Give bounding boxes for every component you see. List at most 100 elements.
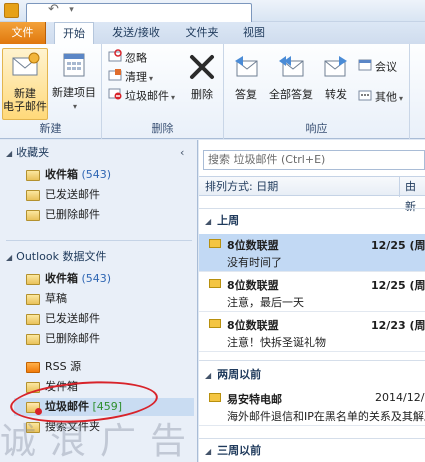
folder-name: 已发送邮件 bbox=[45, 188, 100, 201]
junk-label: 垃圾邮件 bbox=[125, 89, 169, 103]
more-respond-button[interactable]: 其他 ▾ bbox=[358, 88, 403, 106]
envelope-icon bbox=[209, 393, 221, 402]
sort-bar[interactable]: 排列方式: 日期 由新 bbox=[199, 176, 425, 213]
mail-subject: 注意！快拆圣诞礼物 bbox=[227, 336, 326, 349]
favorite-deleted[interactable]: 已删除邮件 bbox=[26, 206, 100, 224]
forward-label: 转发 bbox=[325, 88, 347, 101]
cleanup-label: 清理 bbox=[125, 70, 147, 84]
forward-button[interactable]: 转发 bbox=[318, 48, 354, 108]
mail-item[interactable]: 8位数联盟 12/25 (周四) 没有时间了 bbox=[199, 234, 425, 272]
folder-name: 草稿 bbox=[45, 292, 67, 305]
reply-all-label: 全部答复 bbox=[269, 88, 313, 101]
ribbon-group-respond-label: 响应 bbox=[305, 122, 328, 135]
envelope-icon bbox=[209, 279, 221, 288]
quick-access-dropdown-icon[interactable]: ▾ bbox=[64, 3, 79, 18]
unread-count: (543) bbox=[81, 272, 112, 285]
group-header-two-weeks[interactable]: ◢ 两周以前 bbox=[205, 366, 261, 384]
new-items-button[interactable]: 新建项目 ▾ bbox=[50, 48, 98, 120]
search-input[interactable]: 搜索 垃圾邮件 (Ctrl+E) bbox=[203, 150, 425, 170]
envelope-icon bbox=[209, 319, 221, 328]
triangle-down-icon: ◢ bbox=[6, 253, 13, 262]
sort-order-label[interactable]: 由新 bbox=[405, 177, 425, 217]
new-email-label-1: 新建 bbox=[14, 87, 36, 100]
meeting-label: 会议 bbox=[375, 60, 397, 74]
mail-date: 12/23 (周二) bbox=[371, 319, 425, 332]
folder-icon bbox=[26, 189, 40, 201]
mail-date: 12/25 (周四) bbox=[371, 279, 425, 292]
ignore-button[interactable]: 忽略 bbox=[108, 49, 147, 67]
mail-date: 2014/12/1 bbox=[375, 391, 425, 404]
mail-sender: 8位数联盟 bbox=[227, 239, 279, 252]
forward-icon bbox=[318, 52, 354, 85]
tab-home[interactable]: 开始 bbox=[54, 22, 94, 45]
folder-drafts[interactable]: 草稿 bbox=[26, 290, 67, 308]
mail-sender: 易安特电邮 bbox=[227, 393, 282, 406]
favorites-header[interactable]: ◢ 收藏夹 bbox=[6, 144, 49, 162]
delete-x-icon bbox=[184, 52, 220, 85]
mail-subject: 没有时间了 bbox=[227, 256, 282, 269]
folder-name: 已发送邮件 bbox=[45, 312, 100, 325]
tab-folder[interactable]: 文件夹 bbox=[178, 22, 226, 44]
sort-divider bbox=[399, 177, 400, 197]
junk-icon bbox=[108, 87, 122, 106]
tab-view[interactable]: 视图 bbox=[236, 22, 272, 44]
folder-name: RSS 源 bbox=[45, 360, 82, 373]
mail-subject: 注意，最后一天 bbox=[227, 296, 304, 309]
folder-rss[interactable]: RSS 源 bbox=[26, 358, 81, 376]
mail-sender: 8位数联盟 bbox=[227, 279, 279, 292]
junk-button[interactable]: 垃圾邮件 ▾ bbox=[108, 87, 175, 105]
unread-count: (543) bbox=[81, 168, 112, 181]
chevron-down-icon: ▾ bbox=[399, 93, 404, 103]
delete-label: 删除 bbox=[191, 88, 213, 101]
reply-icon bbox=[228, 52, 264, 85]
folder-inbox[interactable]: 收件箱 (543) bbox=[26, 270, 111, 288]
ribbon-group-new: 新建 电子邮件 新建项目 ▾ 新建 bbox=[0, 44, 102, 139]
folder-deleted[interactable]: 已删除邮件 bbox=[26, 330, 100, 348]
delete-button[interactable]: 删除 bbox=[184, 48, 220, 108]
chevron-down-icon: ▾ bbox=[72, 102, 77, 111]
group-header-label: 两周以前 bbox=[217, 368, 262, 381]
more-respond-icon bbox=[358, 88, 372, 107]
account-header[interactable]: ◢ Outlook 数据文件 bbox=[6, 248, 106, 266]
more-respond-label: 其他 bbox=[375, 90, 397, 104]
undo-icon[interactable]: ↶ bbox=[46, 3, 61, 18]
ribbon: 新建 电子邮件 新建项目 ▾ 新建 忽略 清理 ▾ 垃圾邮件 ▾ 删除 删除 答… bbox=[0, 44, 425, 139]
reply-button[interactable]: 答复 bbox=[228, 48, 264, 108]
collapse-pane-icon[interactable]: ‹ bbox=[180, 146, 184, 159]
ribbon-group-new-label: 新建 bbox=[39, 122, 62, 135]
cleanup-button[interactable]: 清理 ▾ bbox=[108, 68, 153, 86]
group-header-label: 上周 bbox=[217, 214, 240, 227]
account-header-label: Outlook 数据文件 bbox=[16, 250, 107, 263]
ribbon-overflow[interactable] bbox=[411, 48, 425, 108]
folder-icon bbox=[26, 209, 40, 221]
favorite-inbox[interactable]: 收件箱 (543) bbox=[26, 166, 111, 184]
envelope-icon bbox=[209, 239, 221, 248]
ignore-label: 忽略 bbox=[125, 51, 147, 65]
ribbon-tabs: 文件 开始 发送/接收 文件夹 视图 bbox=[0, 22, 425, 45]
folder-name: 已删除邮件 bbox=[45, 332, 100, 345]
new-email-label-2: 电子邮件 bbox=[3, 100, 47, 113]
favorite-sent[interactable]: 已发送邮件 bbox=[26, 186, 100, 204]
mail-date: 12/25 (周四) bbox=[371, 239, 425, 252]
reply-all-icon bbox=[266, 52, 316, 85]
tab-file[interactable]: 文件 bbox=[0, 22, 46, 44]
mail-item[interactable]: 8位数联盟 12/23 (周二) 注意！快拆圣诞礼物 bbox=[199, 314, 425, 352]
triangle-down-icon: ◢ bbox=[6, 149, 13, 158]
meeting-button[interactable]: 会议 bbox=[358, 58, 397, 76]
new-email-icon bbox=[3, 51, 47, 84]
meeting-icon bbox=[358, 58, 372, 77]
search-placeholder: 搜索 垃圾邮件 (Ctrl+E) bbox=[208, 153, 326, 166]
outlook-app-icon[interactable] bbox=[4, 3, 19, 18]
triangle-down-icon: ◢ bbox=[205, 217, 212, 226]
tab-send-receive[interactable]: 发送/接收 bbox=[104, 22, 168, 44]
reply-all-button[interactable]: 全部答复 bbox=[266, 48, 316, 108]
title-bar: ↶ ▾ bbox=[0, 0, 425, 41]
favorites-header-label: 收藏夹 bbox=[16, 146, 50, 159]
folder-name: 收件箱 bbox=[45, 272, 78, 285]
new-email-button[interactable]: 新建 电子邮件 bbox=[2, 48, 48, 120]
cleanup-icon bbox=[108, 68, 122, 87]
group-header-last-week[interactable]: ◢ 上周 bbox=[205, 212, 239, 230]
reply-label: 答复 bbox=[235, 88, 257, 101]
mail-item[interactable]: 8位数联盟 12/25 (周四) 注意，最后一天 bbox=[199, 274, 425, 312]
folder-sent[interactable]: 已发送邮件 bbox=[26, 310, 100, 328]
